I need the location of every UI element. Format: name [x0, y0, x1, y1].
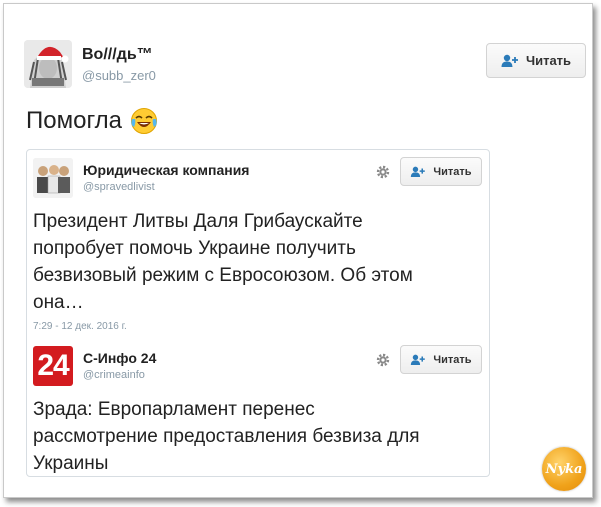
quoted-text-line: Зрада: Европарламент перенес	[33, 399, 315, 420]
watermark-text: Nyka	[545, 461, 583, 477]
add-user-icon	[501, 54, 519, 67]
follow-label: Читать	[433, 165, 472, 178]
avatar-text: 24	[37, 349, 69, 382]
face-with-tears-of-joy-icon	[130, 107, 158, 135]
quoted-user-handle[interactable]: @spravedlivist	[83, 181, 155, 193]
quoted-tweet-text: Зрада: Европарламент перенес рассмотрени…	[33, 396, 473, 477]
avatar[interactable]	[24, 40, 72, 88]
quoted-text-line: безвизовый режим с Евросоюзом. Об этом	[33, 265, 413, 286]
quoted-tweet-text: Президент Литвы Даля Грибаускайте попроб…	[33, 208, 473, 316]
tweet-text-content: Помогла	[26, 107, 123, 134]
gear-icon[interactable]	[375, 352, 391, 368]
quoted-user-handle[interactable]: @crimeainfo	[83, 369, 145, 381]
quoted-text-line: она…	[33, 292, 84, 313]
follow-label: Читать	[525, 53, 572, 68]
quoted-tweet-container: Юридическая компания @spravedlivist Чита…	[26, 149, 490, 477]
quoted-text-line: попробует помочь Украине получить	[33, 238, 356, 259]
gear-icon[interactable]	[375, 164, 391, 180]
quoted-text-line: Украины	[33, 453, 109, 474]
watermark-logo: Nyka	[542, 447, 586, 491]
follow-button[interactable]: Читать	[400, 157, 482, 186]
tweet-card: Во///дь™ @subb_zer0 Читать Помогла Юриди…	[3, 3, 593, 498]
follow-button[interactable]: Читать	[400, 345, 482, 374]
user-name[interactable]: Во///дь™	[82, 46, 153, 64]
user-handle[interactable]: @subb_zer0	[82, 68, 156, 83]
tweet-text: Помогла	[26, 107, 158, 135]
avatar[interactable]	[33, 158, 73, 198]
tweet-timestamp[interactable]: 7:29 - 12 дек. 2016 г.	[33, 321, 127, 332]
avatar[interactable]: 24	[33, 346, 73, 386]
quoted-text-line: рассмотрение предоставления безвиза для	[33, 426, 420, 447]
quoted-user-name[interactable]: Юридическая компания	[83, 162, 249, 178]
follow-button[interactable]: Читать	[486, 43, 586, 78]
add-user-icon	[410, 166, 426, 177]
quoted-user-name[interactable]: С-Инфо 24	[83, 350, 156, 366]
add-user-icon	[410, 354, 426, 365]
quoted-text-line: Президент Литвы Даля Грибаускайте	[33, 211, 363, 232]
follow-label: Читать	[433, 353, 472, 366]
